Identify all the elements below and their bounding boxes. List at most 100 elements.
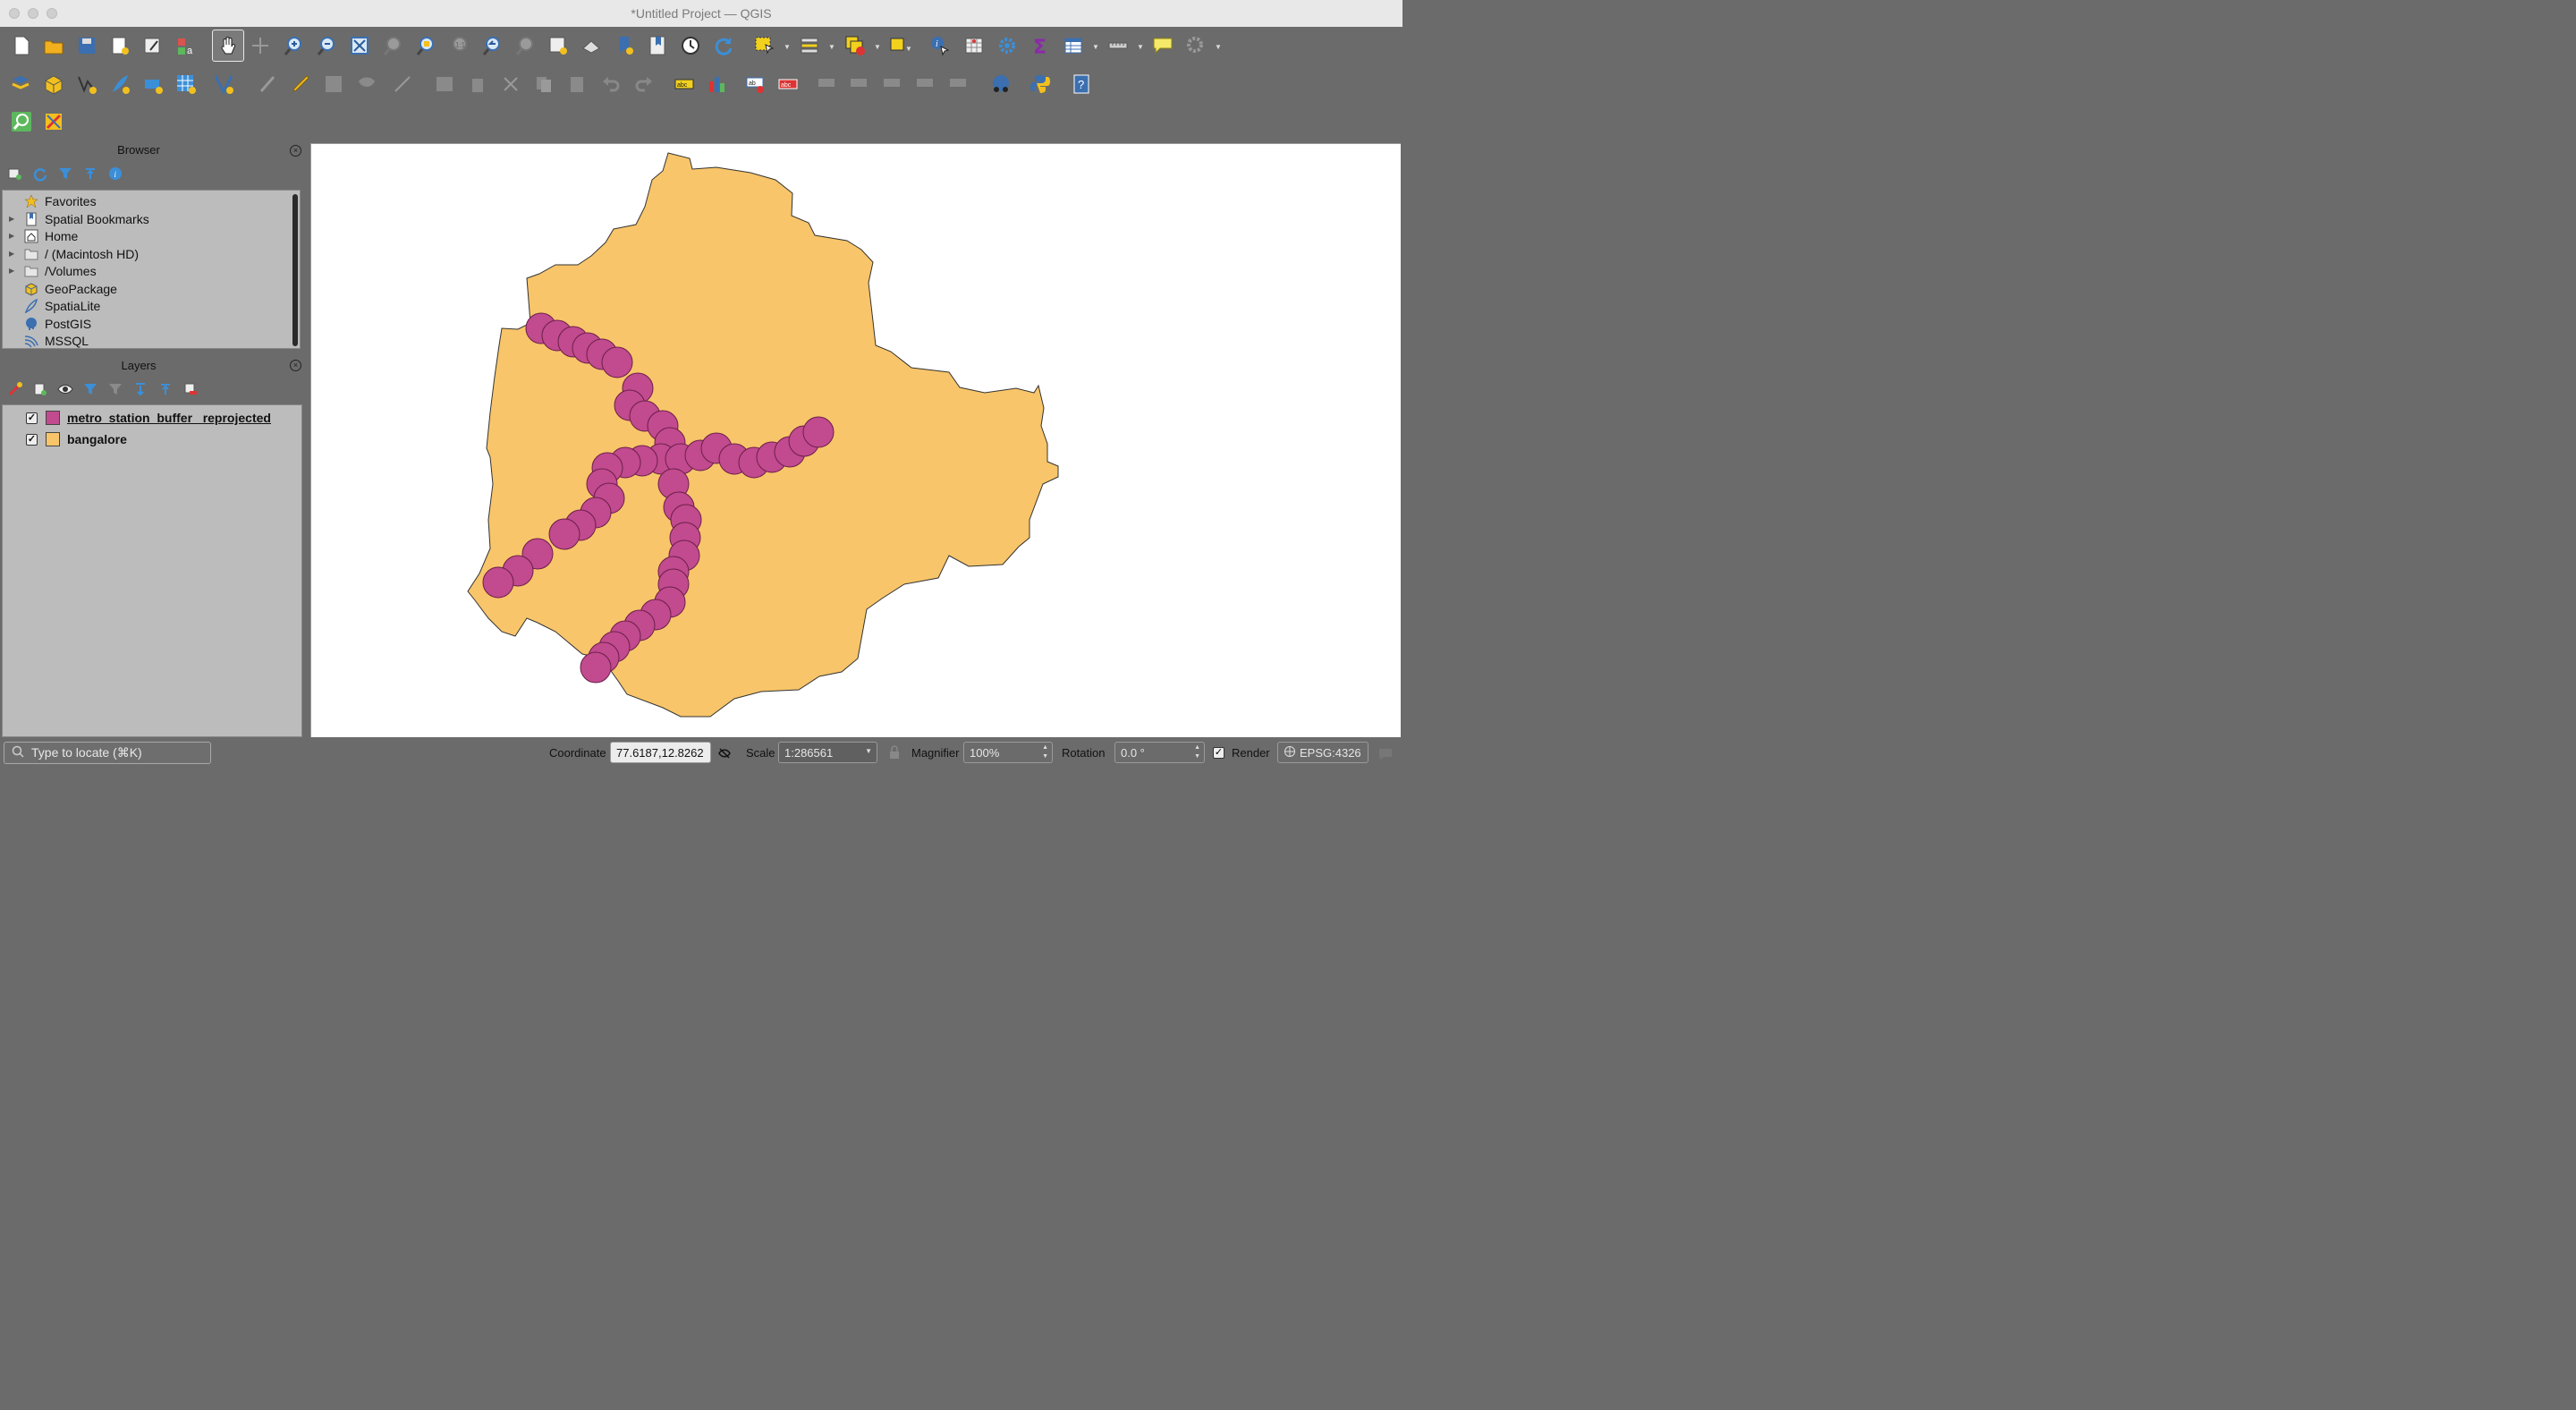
locator-search-input[interactable]: Type to locate (⌘K) [4, 742, 211, 764]
paste-features-icon[interactable] [564, 71, 590, 98]
diagram-tool-icon[interactable] [704, 71, 731, 98]
browser-item-home[interactable]: ▶ Home [3, 227, 78, 244]
georeferencer-icon[interactable] [987, 71, 1014, 98]
save-edits-icon[interactable] [320, 71, 347, 98]
layer-symbol-swatch[interactable] [46, 432, 60, 446]
browser-close-icon[interactable]: × [290, 145, 301, 157]
new-bookmark-icon[interactable] [611, 32, 638, 59]
show-bookmarks-icon[interactable] [644, 32, 671, 59]
layer-row-bangalore[interactable]: ✓ bangalore [26, 430, 127, 448]
browser-item-favorites[interactable]: Favorites [3, 192, 97, 209]
location-dropdown-caret[interactable]: ▼ [905, 45, 912, 53]
show-hide-labels-icon[interactable]: abc [775, 71, 801, 98]
statistics-sigma-icon[interactable]: Σ [1027, 32, 1054, 59]
filter-by-expression-icon[interactable] [107, 381, 123, 397]
rotation-spinbox[interactable]: 0.0 ° ▲ ▼ [1114, 742, 1205, 763]
processing-gear-icon[interactable] [1182, 32, 1209, 59]
new-virtual-layer-icon[interactable] [173, 71, 199, 98]
change-label-icon[interactable] [879, 71, 906, 98]
deselect-icon[interactable] [842, 32, 869, 59]
pin-label-icon[interactable]: ab [742, 71, 769, 98]
browser-item-spatialite[interactable]: SpatiaLite [3, 297, 100, 314]
refresh-browser-icon[interactable] [32, 166, 48, 182]
remove-layer-icon[interactable] [182, 381, 199, 397]
modify-attributes-icon[interactable] [431, 71, 458, 98]
toggle-editing-icon[interactable] [287, 71, 314, 98]
move-label-icon[interactable] [814, 71, 841, 98]
redo-icon[interactable] [631, 71, 657, 98]
open-layer-styling-icon[interactable] [7, 381, 23, 397]
map-render[interactable] [311, 144, 1401, 737]
new-spatialite-layer-icon[interactable] [106, 71, 133, 98]
digitize-with-segment-icon[interactable] [210, 71, 237, 98]
extents-toggle-icon[interactable] [717, 746, 732, 765]
zoom-last-icon[interactable] [479, 32, 505, 59]
browser-item-volumes[interactable]: ▶ /Volumes [3, 262, 97, 279]
current-edits-icon[interactable] [255, 71, 282, 98]
zoom-full-icon[interactable] [346, 32, 373, 59]
browser-item-postgis[interactable]: PostGIS [3, 315, 91, 332]
expand-arrow-icon[interactable]: ▶ [9, 232, 18, 240]
manage-visibility-eye-icon[interactable] [57, 381, 73, 397]
new-3d-map-icon[interactable]: a [173, 32, 199, 59]
data-source-manager-icon[interactable] [8, 71, 35, 98]
select-features-icon[interactable] [751, 32, 778, 59]
attribute-table-stat-icon[interactable] [961, 32, 987, 59]
locator-search-icon[interactable] [8, 108, 35, 135]
zoom-next-icon[interactable] [512, 32, 538, 59]
add-feature-icon[interactable] [353, 71, 380, 98]
select-expr-dropdown-caret[interactable]: ▼ [828, 43, 835, 51]
expand-arrow-icon[interactable]: ▶ [9, 267, 18, 275]
identify-features-icon[interactable]: i [927, 32, 953, 59]
open-project-icon[interactable] [40, 32, 67, 59]
expand-all-icon[interactable] [132, 381, 148, 397]
properties-info-icon[interactable]: i [107, 166, 123, 182]
browser-item-geopackage[interactable]: GeoPackage [3, 280, 117, 297]
new-3d-view-icon[interactable] [578, 32, 605, 59]
rotate-label-icon[interactable] [846, 71, 873, 98]
delete-selected-icon[interactable] [464, 71, 491, 98]
magnifier-stepper[interactable]: ▲ ▼ [1042, 743, 1048, 761]
scale-dropdown-caret[interactable]: ▼ [865, 747, 872, 755]
zoom-to-selection-icon[interactable] [379, 32, 406, 59]
zoom-in-icon[interactable] [280, 32, 307, 59]
table-dropdown-caret[interactable]: ▼ [1092, 43, 1099, 51]
bangalore-region-polygon[interactable] [467, 152, 1059, 718]
filter-browser-icon[interactable] [57, 166, 73, 182]
cut-features-icon[interactable] [497, 71, 524, 98]
crs-button[interactable]: EPSG:4326 [1277, 742, 1368, 763]
new-map-view-icon[interactable] [545, 32, 572, 59]
collapse-all-icon[interactable] [82, 166, 98, 182]
pan-map-icon[interactable] [212, 30, 244, 62]
select-dropdown-caret[interactable]: ▼ [784, 43, 791, 51]
new-shapefile-layer-icon[interactable] [73, 71, 100, 98]
expand-arrow-icon[interactable]: ▶ [9, 215, 18, 223]
browser-scrollbar[interactable] [292, 194, 298, 346]
collapse-all-layers-icon[interactable] [157, 381, 174, 397]
layer-row-metro-station-buffer[interactable]: ✓ metro_station_buffer _reprojected [26, 409, 271, 427]
rotation-stepper[interactable]: ▲ ▼ [1194, 743, 1200, 761]
help-icon[interactable]: ? [1068, 71, 1095, 98]
pan-to-selection-icon[interactable] [247, 32, 274, 59]
select-by-expression-icon[interactable] [796, 32, 823, 59]
add-selected-layers-icon[interactable] [7, 166, 23, 182]
expand-arrow-icon[interactable]: ▶ [9, 250, 18, 258]
messages-icon[interactable] [1377, 745, 1394, 766]
measure-icon[interactable] [1105, 32, 1131, 59]
layer-symbol-swatch[interactable] [46, 411, 60, 425]
deselect-dropdown-caret[interactable]: ▼ [874, 43, 881, 51]
new-geopackage-layer-icon[interactable] [40, 71, 67, 98]
undo-icon[interactable] [597, 71, 624, 98]
layer-visibility-checkbox[interactable]: ✓ [26, 433, 38, 446]
new-memory-layer-icon[interactable] [140, 71, 166, 98]
vertex-tool-icon[interactable] [389, 71, 416, 98]
magnifier-spinbox[interactable]: 100% ▲ ▼ [963, 742, 1053, 763]
temporal-controller-icon[interactable] [677, 32, 704, 59]
open-attribute-table-icon[interactable] [1060, 32, 1087, 59]
copy-features-icon[interactable] [530, 71, 557, 98]
coordinate-field[interactable]: 77.6187,12.8262 [610, 742, 711, 763]
settings-gear-icon[interactable] [994, 32, 1021, 59]
new-print-layout-icon[interactable] [106, 32, 133, 59]
layers-close-icon[interactable]: × [290, 360, 301, 371]
label-pin-extra-icon[interactable] [945, 71, 972, 98]
